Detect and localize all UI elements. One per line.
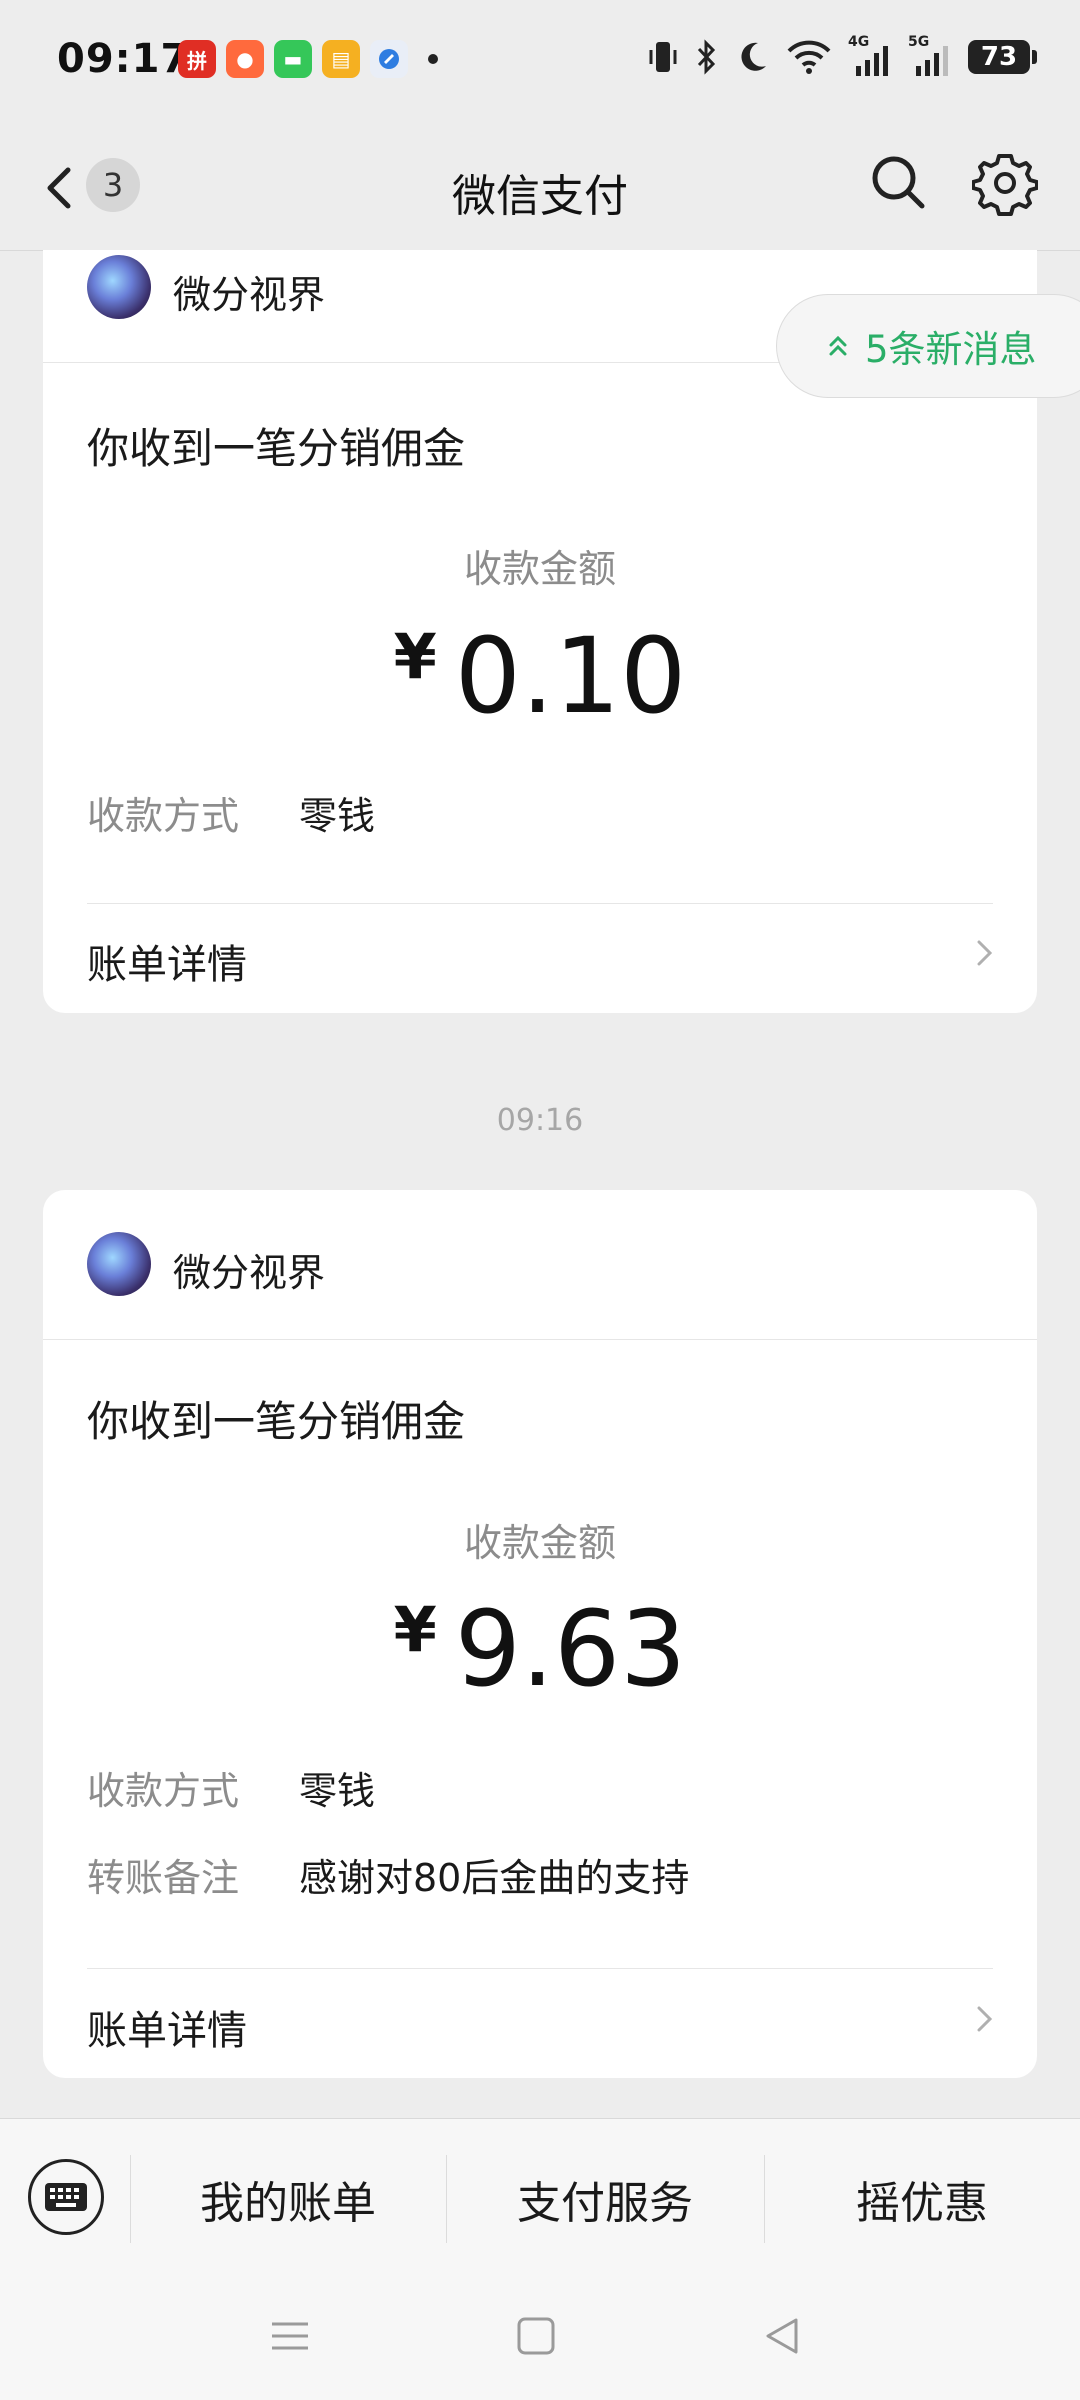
battery-level: 73 <box>980 42 1018 72</box>
wifi-icon <box>787 40 831 74</box>
payment-method-row: 收款方式 零钱 <box>87 1760 375 1815</box>
new-messages-pill[interactable]: 5条新消息 <box>776 294 1080 398</box>
divider <box>87 1968 993 1969</box>
amount-label: 收款金额 <box>463 1521 616 1565</box>
merchant-avatar[interactable] <box>87 1232 151 1296</box>
bottom-menu: 我的账单 支付服务 摇优惠 <box>0 2118 1080 2279</box>
row-key: 收款方式 <box>87 794 240 838</box>
amount-number: 0.10 <box>454 615 687 737</box>
row-key: 转账备注 <box>87 1856 240 1900</box>
search-icon <box>872 156 925 209</box>
amount-value: ¥0.10 <box>43 615 1037 737</box>
row-value: 感谢对80后金曲的支持 <box>299 1856 690 1900</box>
merchant-avatar[interactable] <box>87 255 151 319</box>
menu-payment-services[interactable]: 支付服务 <box>446 2119 764 2279</box>
payment-card-2[interactable]: 微分视界 你收到一笔分销佣金 收款金额 ¥9.63 收款方式 零钱 转账备注 感谢对… <box>43 1190 1037 2078</box>
row-value: 零钱 <box>299 1769 376 1813</box>
signal-5g-icon: 5G <box>908 34 952 76</box>
notes-icon: ▤ <box>322 40 360 78</box>
menu-my-bills[interactable]: 我的账单 <box>130 2119 446 2279</box>
navigation-bar: 3 微信支付 <box>0 120 1080 251</box>
currency-symbol: ¥ <box>393 620 437 693</box>
chevron-right-icon <box>977 940 993 966</box>
search-button[interactable] <box>866 150 930 214</box>
menu-icon <box>272 2322 308 2350</box>
merchant-name[interactable]: 微分视界 <box>173 264 325 319</box>
status-indicators: 4G 5G 73 <box>648 34 1037 76</box>
amount-number: 9.63 <box>454 1588 687 1710</box>
notification-icons: 拼 ● ▬ ▤ <box>178 40 438 78</box>
keyboard-toggle-button[interactable] <box>28 2159 104 2235</box>
chevron-right-icon <box>977 2006 993 2032</box>
bill-details-link[interactable]: 账单详情 <box>87 1998 247 2056</box>
status-time: 09:17 <box>57 36 190 82</box>
amount-value: ¥9.63 <box>43 1588 1037 1710</box>
menu-shake-offers[interactable]: 摇优惠 <box>764 2119 1080 2279</box>
divider <box>87 903 993 904</box>
settings-gear-icon <box>971 154 1039 216</box>
signal-4g-icon: 4G <box>848 34 892 76</box>
row-value: 零钱 <box>299 794 376 838</box>
keyboard-icon <box>45 2183 87 2211</box>
more-notifications-dot <box>428 54 438 64</box>
row-key: 收款方式 <box>87 1769 240 1813</box>
home-icon <box>517 2317 555 2355</box>
payment-method-row: 收款方式 零钱 <box>87 785 375 840</box>
do-not-disturb-moon-icon <box>741 42 766 71</box>
card-title: 你收到一笔分销佣金 <box>87 1397 466 1446</box>
status-bar: 09:17 拼 ● ▬ ▤ 4G 5G 73 <box>0 0 1080 120</box>
bluetooth-icon <box>697 39 716 75</box>
card-title: 你收到一笔分销佣金 <box>87 424 466 473</box>
settings-button[interactable] <box>971 150 1039 216</box>
system-back-button[interactable] <box>752 2306 812 2366</box>
message-timestamp: 09:16 <box>496 1103 584 1138</box>
home-button[interactable] <box>506 2306 566 2366</box>
merchant-name[interactable]: 微分视界 <box>173 1242 325 1297</box>
system-navigation-bar <box>0 2278 1080 2400</box>
battery-indicator: 73 <box>968 40 1037 74</box>
pinduoduo-icon: 拼 <box>178 40 216 78</box>
card-header: 微分视界 <box>43 1190 1037 1340</box>
transfer-note-row: 转账备注 感谢对80后金曲的支持 <box>87 1847 689 1902</box>
browser-icon <box>370 40 408 78</box>
currency-symbol: ¥ <box>393 1593 437 1666</box>
amount-label: 收款金额 <box>463 547 616 591</box>
new-messages-label: 5条新消息 <box>865 328 1037 371</box>
back-icon <box>766 2318 798 2354</box>
vibrate-icon <box>649 42 677 72</box>
messages-icon: ▬ <box>274 40 312 78</box>
recent-apps-button[interactable] <box>260 2306 320 2366</box>
bill-details-link[interactable]: 账单详情 <box>87 932 247 990</box>
game-app-icon: ● <box>226 40 264 78</box>
double-chevron-up-icon <box>829 335 847 356</box>
